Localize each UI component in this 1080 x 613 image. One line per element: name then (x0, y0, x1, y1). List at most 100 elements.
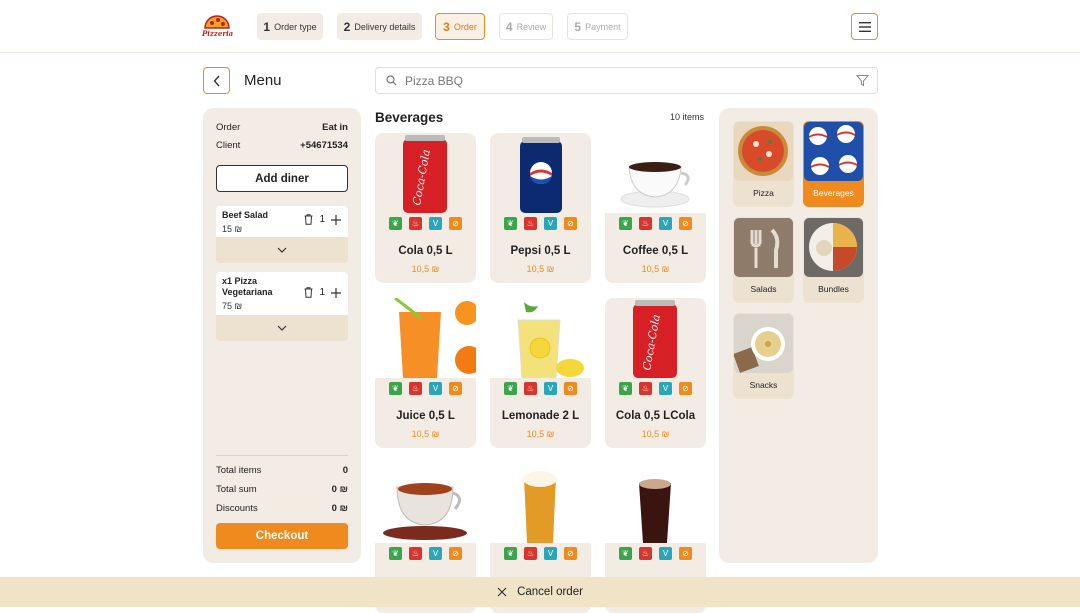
bundle-plate-image (804, 218, 863, 277)
step-label: Review (516, 21, 547, 32)
diet-badges: ❦ ♨ V ⊘ (504, 547, 577, 560)
orange-juice-image (375, 298, 476, 378)
section-title: Beverages (375, 110, 444, 125)
items-count: 10 items (670, 112, 705, 122)
diet-badges: ❦ ♨ V ⊘ (619, 217, 692, 230)
category-label: Beverages (813, 188, 854, 198)
gluten-free-icon: ⊘ (564, 217, 577, 230)
diet-badges: ❦ ♨ V ⊘ (504, 382, 577, 395)
category-pizza[interactable]: Pizza (733, 121, 794, 207)
tea-cup-image (375, 463, 476, 543)
discounts-label: Discounts (216, 503, 258, 514)
add-diner-button[interactable]: Add diner (216, 165, 348, 192)
product-price: 10,5 ₪ (641, 264, 670, 274)
product-name: Cola 0,5 L (398, 245, 453, 257)
chevron-down-icon (277, 325, 287, 331)
step-payment[interactable]: 5 Payment (567, 13, 628, 40)
vegan-icon: V (429, 547, 442, 560)
pepsi-can-image (490, 133, 591, 213)
step-label: Order type (274, 21, 317, 32)
chili-icon: ♨ (524, 547, 537, 560)
gluten-free-icon: ⊘ (679, 547, 692, 560)
chili-icon: ♨ (409, 217, 422, 230)
leaf-icon: ❦ (619, 217, 632, 230)
category-snacks[interactable]: Snacks (733, 313, 794, 399)
search-input[interactable] (405, 73, 825, 88)
step-number: 5 (574, 19, 582, 34)
total-items-row: Total items 0 (216, 465, 348, 476)
hamburger-menu-button[interactable] (851, 13, 878, 40)
plus-icon[interactable] (331, 287, 341, 298)
lemonade-image (490, 298, 591, 378)
order-item-card: x1 Pizza Vegetariana 75 ₪ 1 (216, 272, 348, 341)
product-card-cola-2[interactable]: Coca-Cola ❦ ♨ V ⊘ Cola 0,5 LCola 10,5 ₪ (605, 298, 706, 448)
chili-icon: ♨ (639, 217, 652, 230)
step-number: 2 (343, 19, 351, 34)
chili-icon: ♨ (639, 547, 652, 560)
product-name: Lemonade 2 L (501, 410, 580, 422)
logo-text: Pizzeria (202, 29, 234, 38)
search-bar[interactable] (375, 67, 878, 94)
category-label: Snacks (749, 380, 778, 390)
product-card-juice[interactable]: ❦ ♨ V ⊘ Juice 0,5 L 10,5 ₪ (375, 298, 476, 448)
order-summary-panel: Order Eat in Client +54671534 Add diner … (203, 108, 361, 563)
category-beverages[interactable]: Beverages (803, 121, 864, 207)
product-card-pepsi[interactable]: ❦ ♨ V ⊘ Pepsi 0,5 L 10,5 ₪ (490, 133, 591, 283)
close-icon (497, 587, 507, 597)
step-order[interactable]: 3 Order (435, 13, 485, 40)
diet-badges: ❦ ♨ V ⊘ (389, 217, 462, 230)
product-name: Juice 0,5 L (396, 410, 455, 422)
step-number: 4 (505, 19, 513, 34)
search-icon (386, 75, 397, 86)
chevron-left-icon (213, 75, 220, 86)
chevron-down-icon (277, 247, 287, 253)
product-price: 10,5 ₪ (411, 264, 440, 274)
order-value: Eat in (322, 122, 348, 133)
step-label: Order (453, 21, 477, 32)
product-price: 10,5 ₪ (411, 429, 440, 439)
product-card-cola[interactable]: Coca-Cola ❦ ♨ V ⊘ Cola 0,5 L 10,5 ₪ (375, 133, 476, 283)
chili-icon: ♨ (409, 382, 422, 395)
quantity-value: 1 (319, 287, 325, 298)
total-sum-label: Total sum (216, 484, 257, 495)
checkout-button[interactable]: Checkout (216, 523, 348, 549)
step-number: 1 (263, 19, 271, 34)
cancel-order-label: Cancel order (517, 586, 583, 598)
category-bundles[interactable]: Bundles (803, 217, 864, 303)
category-salads[interactable]: Salads (733, 217, 794, 303)
top-bar: Pizzeria 1 Order type 2 Delivery details… (0, 0, 1080, 53)
category-label: Bundles (818, 284, 849, 294)
order-item-card: Beef Salad 15 ₪ 1 (216, 206, 348, 263)
discounts-row: Discounts 0 ₪ (216, 503, 348, 514)
filter-icon[interactable] (856, 74, 869, 87)
diet-badges: ❦ ♨ V ⊘ (389, 547, 462, 560)
step-review[interactable]: 4 Review (499, 13, 553, 40)
vegan-icon: V (659, 382, 672, 395)
cola-can-image: Coca-Cola (375, 133, 476, 213)
step-order-type[interactable]: 1 Order type (257, 13, 323, 40)
gluten-free-icon: ⊘ (449, 547, 462, 560)
expand-item-button[interactable] (216, 315, 348, 341)
step-delivery-details[interactable]: 2 Delivery details (337, 13, 422, 40)
product-card-coffee[interactable]: ❦ ♨ V ⊘ Coffee 0,5 L 10,5 ₪ (605, 133, 706, 283)
chili-icon: ♨ (524, 382, 537, 395)
trash-icon[interactable] (304, 287, 313, 298)
discounts-value: 0 ₪ (331, 503, 348, 514)
diet-badges: ❦ ♨ V ⊘ (504, 217, 577, 230)
cancel-order-bar[interactable]: Cancel order (0, 577, 1080, 607)
client-label: Client (216, 140, 241, 151)
pizzeria-logo[interactable]: Pizzeria (202, 13, 234, 39)
product-card-lemonade[interactable]: ❦ ♨ V ⊘ Lemonade 2 L 10,5 ₪ (490, 298, 591, 448)
gluten-free-icon: ⊘ (679, 382, 692, 395)
product-name: Coffee 0,5 L (622, 245, 689, 257)
trash-icon[interactable] (304, 214, 313, 225)
category-label: Pizza (753, 188, 774, 198)
back-button[interactable] (203, 67, 230, 94)
cola-can-image: Coca-Cola (605, 298, 706, 378)
plus-icon[interactable] (331, 214, 341, 225)
expand-item-button[interactable] (216, 237, 348, 263)
hummus-image (734, 314, 793, 373)
step-label: Payment (585, 21, 621, 32)
order-item-price: 75 ₪ (222, 301, 243, 311)
leaf-icon: ❦ (619, 382, 632, 395)
